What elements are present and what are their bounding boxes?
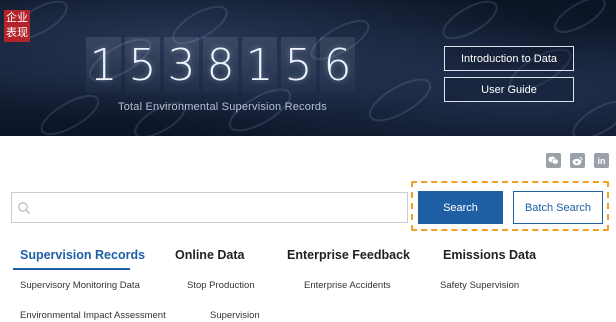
link-safety-supervision[interactable]: Safety Supervision xyxy=(440,280,519,291)
counter-digit: 5 xyxy=(125,37,160,93)
record-counter: 1 5 3 8 1 5 6 xyxy=(86,37,355,93)
link-stop-production[interactable]: Stop Production xyxy=(187,280,255,291)
counter-digit: 1 xyxy=(242,37,277,93)
introduction-to-data-button[interactable]: Introduction to Data xyxy=(444,46,574,71)
tab-supervision-records[interactable]: Supervision Records xyxy=(20,248,145,262)
tab-online-data[interactable]: Online Data xyxy=(175,248,244,262)
user-guide-button[interactable]: User Guide xyxy=(444,77,574,102)
search-button[interactable]: Search xyxy=(418,191,503,224)
search-icon xyxy=(18,202,30,214)
weibo-icon[interactable] xyxy=(570,153,585,168)
link-enterprise-accidents[interactable]: Enterprise Accidents xyxy=(304,280,391,291)
batch-search-button[interactable]: Batch Search xyxy=(513,191,603,224)
search-input[interactable] xyxy=(38,197,398,219)
active-tab-underline xyxy=(13,268,130,270)
search-box xyxy=(11,192,408,223)
wechat-icon[interactable] xyxy=(546,153,561,168)
counter-label: Total Environmental Supervision Records xyxy=(118,101,327,113)
link-supervision[interactable]: Supervision xyxy=(210,310,260,321)
enterprise-tag: 企业表现 xyxy=(4,10,30,42)
counter-digit: 5 xyxy=(281,37,316,93)
hero-banner: 企业表现 1 5 3 8 1 5 6 Total Environmental S… xyxy=(0,0,616,136)
tab-emissions-data[interactable]: Emissions Data xyxy=(443,248,536,262)
linkedin-icon[interactable]: in xyxy=(594,153,609,168)
counter-digit: 1 xyxy=(86,37,121,93)
link-supervisory-monitoring-data[interactable]: Supervisory Monitoring Data xyxy=(20,280,140,291)
counter-digit: 3 xyxy=(164,37,199,93)
counter-digit: 6 xyxy=(320,37,355,93)
page: 企业表现 1 5 3 8 1 5 6 Total Environmental S… xyxy=(0,0,616,322)
counter-digit: 8 xyxy=(203,37,238,93)
tab-enterprise-feedback[interactable]: Enterprise Feedback xyxy=(287,248,410,262)
link-environmental-impact-assessment[interactable]: Environmental Impact Assessment xyxy=(20,310,166,321)
